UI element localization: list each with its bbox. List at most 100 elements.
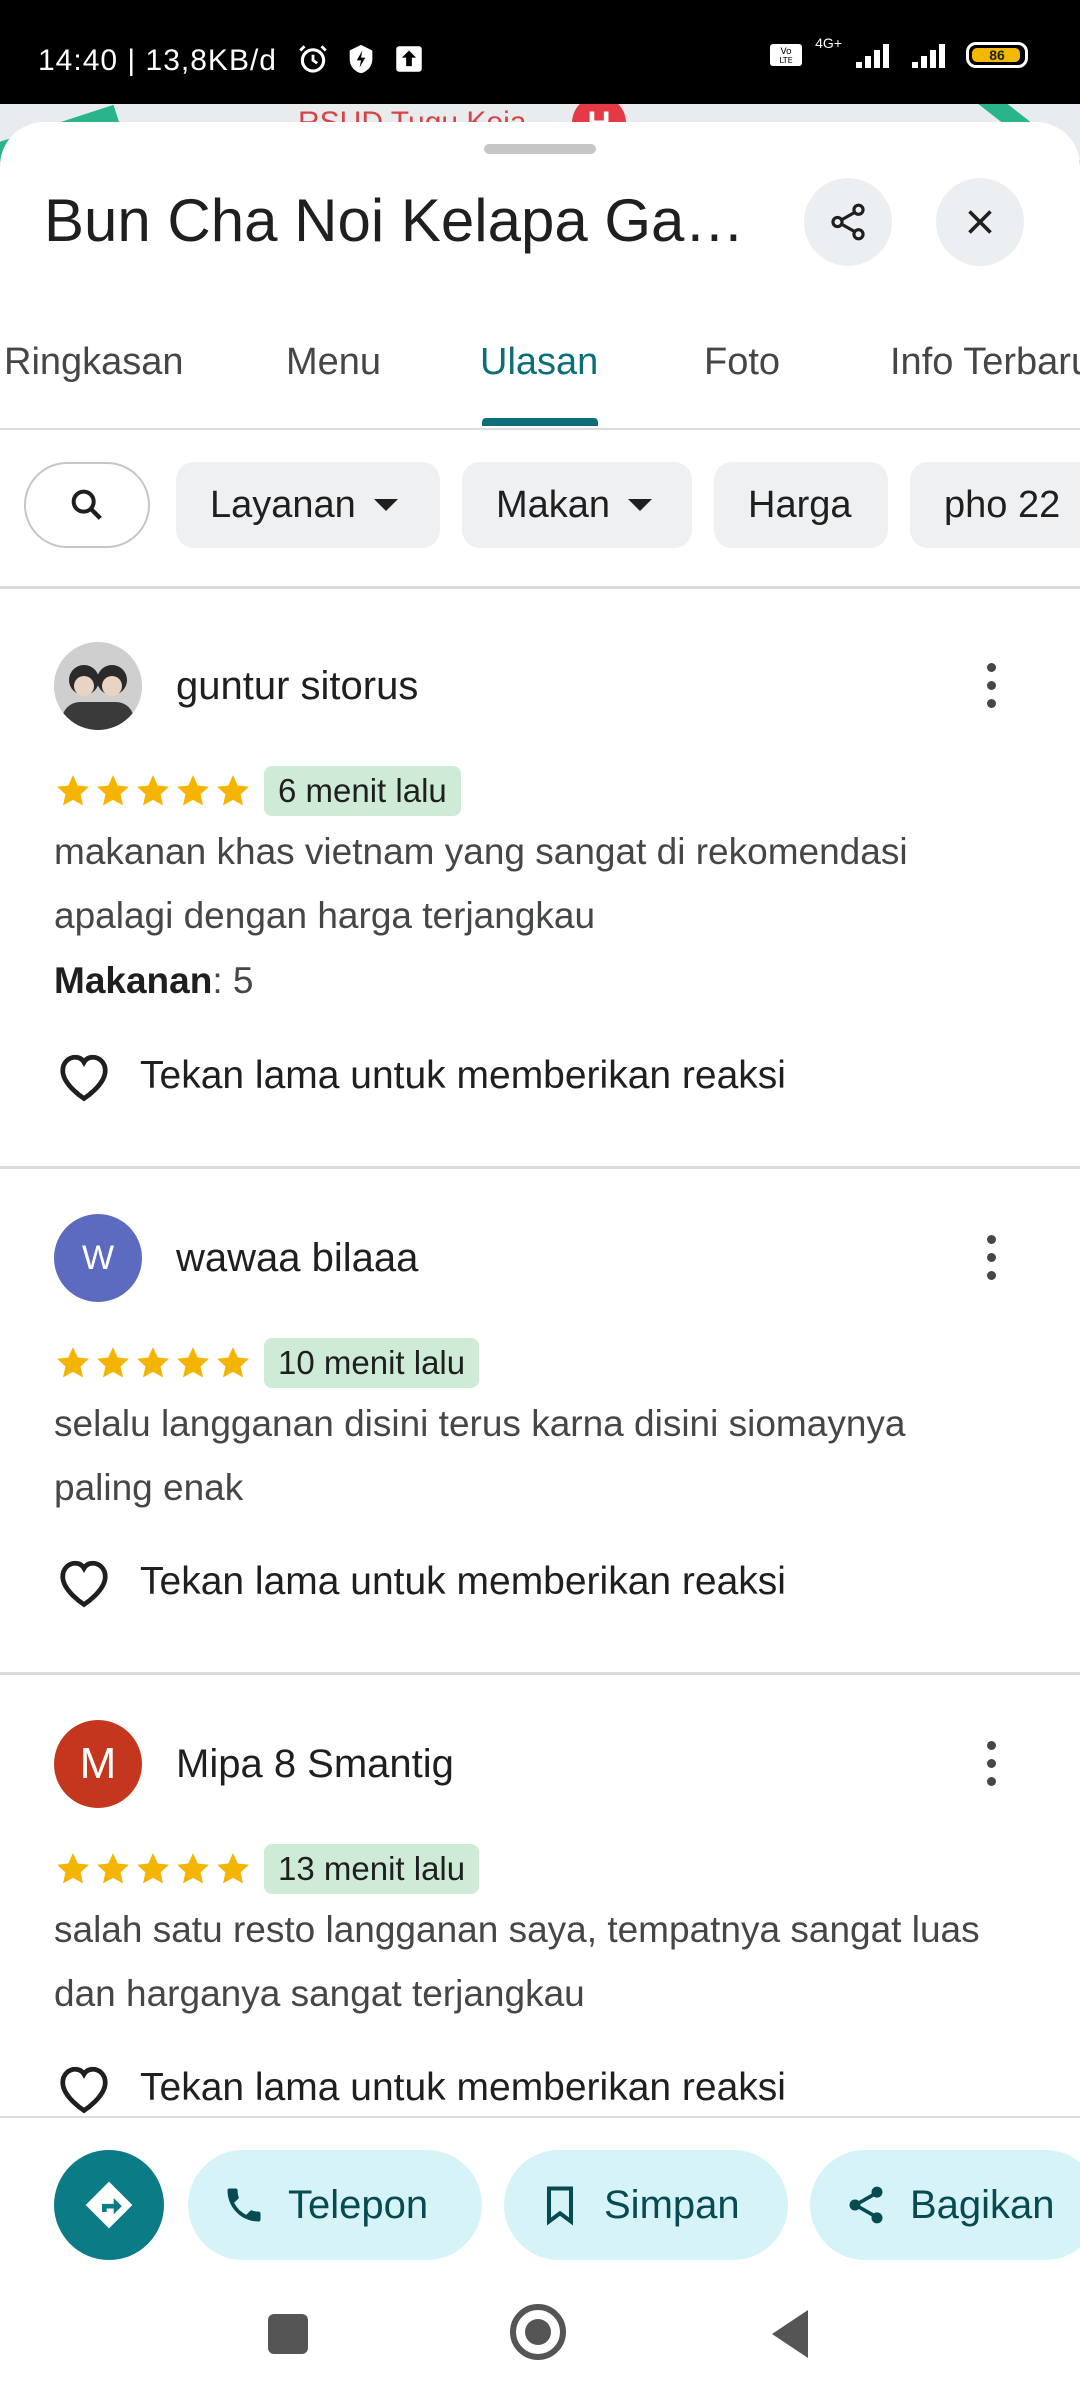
volte-icon: VoLTE [770,44,803,66]
react-button[interactable]: Tekan lama untuk memberikan reaksi [54,1048,786,1104]
home-button[interactable] [510,2304,566,2360]
chevron-down-icon [628,499,653,511]
save-button[interactable]: Simpan [504,2150,788,2260]
more-options-button[interactable] [966,1728,1016,1798]
filter-label: Makan [496,483,611,526]
filter-label: Layanan [210,483,356,526]
reviewer-name[interactable]: wawaa bilaaa [176,1236,418,1281]
divider [0,586,1080,589]
filter-makan[interactable]: Makan [462,462,692,548]
star-icon [137,1853,169,1884]
review-time: 13 menit lalu [264,1844,480,1894]
tab-bar: Ringkasan Menu Ulasan Foto Info Terbaru [0,308,1080,430]
heart-icon [60,1054,108,1102]
avatar-photo [54,642,142,730]
heart-icon [60,2066,108,2114]
star-icon [97,1347,129,1378]
star-icon [217,1347,249,1378]
more-options-button[interactable] [966,1222,1016,1292]
divider [0,1672,1080,1675]
call-button[interactable]: Telepon [188,2150,482,2260]
filter-layanan[interactable]: Layanan [176,462,440,548]
react-label: Tekan lama untuk memberikan reaksi [140,1054,786,1097]
star-icon [97,1853,129,1884]
alarm-icon [299,45,327,73]
avatar[interactable]: M [54,1720,142,1808]
review-time: 6 menit lalu [264,766,461,816]
react-button[interactable]: Tekan lama untuk memberikan reaksi [54,1554,786,1610]
avatar[interactable]: W [54,1214,142,1302]
react-label: Tekan lama untuk memberikan reaksi [140,1560,786,1603]
place-sheet: Bun Cha Noi Kelapa Gad... Ringkasan Menu… [0,122,1080,2314]
network-type: 4G+ [815,35,842,51]
star-icon [217,775,249,806]
star-icon [177,1853,209,1884]
reviewer-name[interactable]: guntur sitorus [176,664,418,709]
review-filters: Layanan Makan Harga pho 22 [0,462,1080,554]
tab-ringkasan[interactable]: Ringkasan [4,308,184,428]
star-icon [57,775,89,806]
more-options-button[interactable] [966,650,1016,720]
tab-menu[interactable]: Menu [286,308,381,428]
star-icon [57,1853,89,1884]
close-icon [968,210,992,234]
review-text: selalu langganan disini terus karna disi… [54,1403,906,1508]
review-text: salah satu resto langganan saya, tempatn… [54,1909,980,2014]
filter-label: pho 22 [944,483,1061,526]
signal-icon [856,44,889,68]
directions-icon [85,2181,133,2229]
drag-handle[interactable] [484,144,596,154]
status-bar: 14:40 | 13,8KB/d Vo LTE 4G+ 86 [0,0,1080,104]
place-title: Bun Cha Noi Kelapa Gad... [44,187,764,254]
react-label: Tekan lama untuk memberikan reaksi [140,2066,786,2109]
star-rating [54,1850,252,1888]
tab-info-terbaru[interactable]: Info Terbaru [890,308,1080,428]
react-button[interactable]: Tekan lama untuk memberikan reaksi [54,2060,786,2116]
review-time: 10 menit lalu [264,1338,480,1388]
filter-harga[interactable]: Harga [714,462,888,548]
share-icon [849,2186,883,2224]
call-label: Telepon [288,2182,429,2227]
share-place-button[interactable]: Bagikan [810,2150,1080,2260]
star-rating [54,1344,252,1382]
directions-button[interactable] [54,2150,164,2260]
tab-ulasan[interactable]: Ulasan [480,308,598,428]
data-saver-icon [349,44,373,74]
star-rating [54,772,252,810]
review-text: makanan khas vietnam yang sangat di reko… [54,831,908,936]
share-button[interactable] [804,178,892,266]
tab-active-indicator [482,418,598,426]
status-icons [296,42,426,76]
recents-button[interactable] [268,2314,308,2354]
star-icon [217,1853,249,1884]
filter-pho[interactable]: pho 22 [910,462,1080,548]
divider [0,1166,1080,1169]
close-button[interactable] [936,178,1024,266]
star-icon [137,775,169,806]
status-time: 14:40 | 13,8KB/d [38,44,277,77]
search-icon [71,489,102,520]
system-nav-bar [0,2280,1080,2400]
review-attribute: Makanan: 5 [54,960,254,1001]
signal-icon-2 [912,44,945,68]
reviewer-name[interactable]: Mipa 8 Smantig [176,1742,454,1787]
status-right: Vo LTE 4G+ 86 [769,35,1028,70]
star-icon [177,775,209,806]
star-icon [97,775,129,806]
star-icon [57,1347,89,1378]
tab-foto[interactable]: Foto [704,308,780,428]
heart-icon [60,1560,108,1608]
avatar[interactable] [54,642,142,730]
upload-icon [396,46,422,72]
share-label: Bagikan [910,2182,1055,2227]
save-label: Simpan [604,2182,740,2227]
filter-label: Harga [748,483,852,526]
star-icon [137,1347,169,1378]
bookmark-icon [546,2186,574,2226]
back-button[interactable] [772,2310,808,2358]
chevron-down-icon [373,499,398,511]
share-icon [831,203,865,241]
search-reviews-button[interactable] [24,462,150,548]
svg-text:LTE: LTE [779,56,792,65]
phone-icon [227,2188,261,2222]
